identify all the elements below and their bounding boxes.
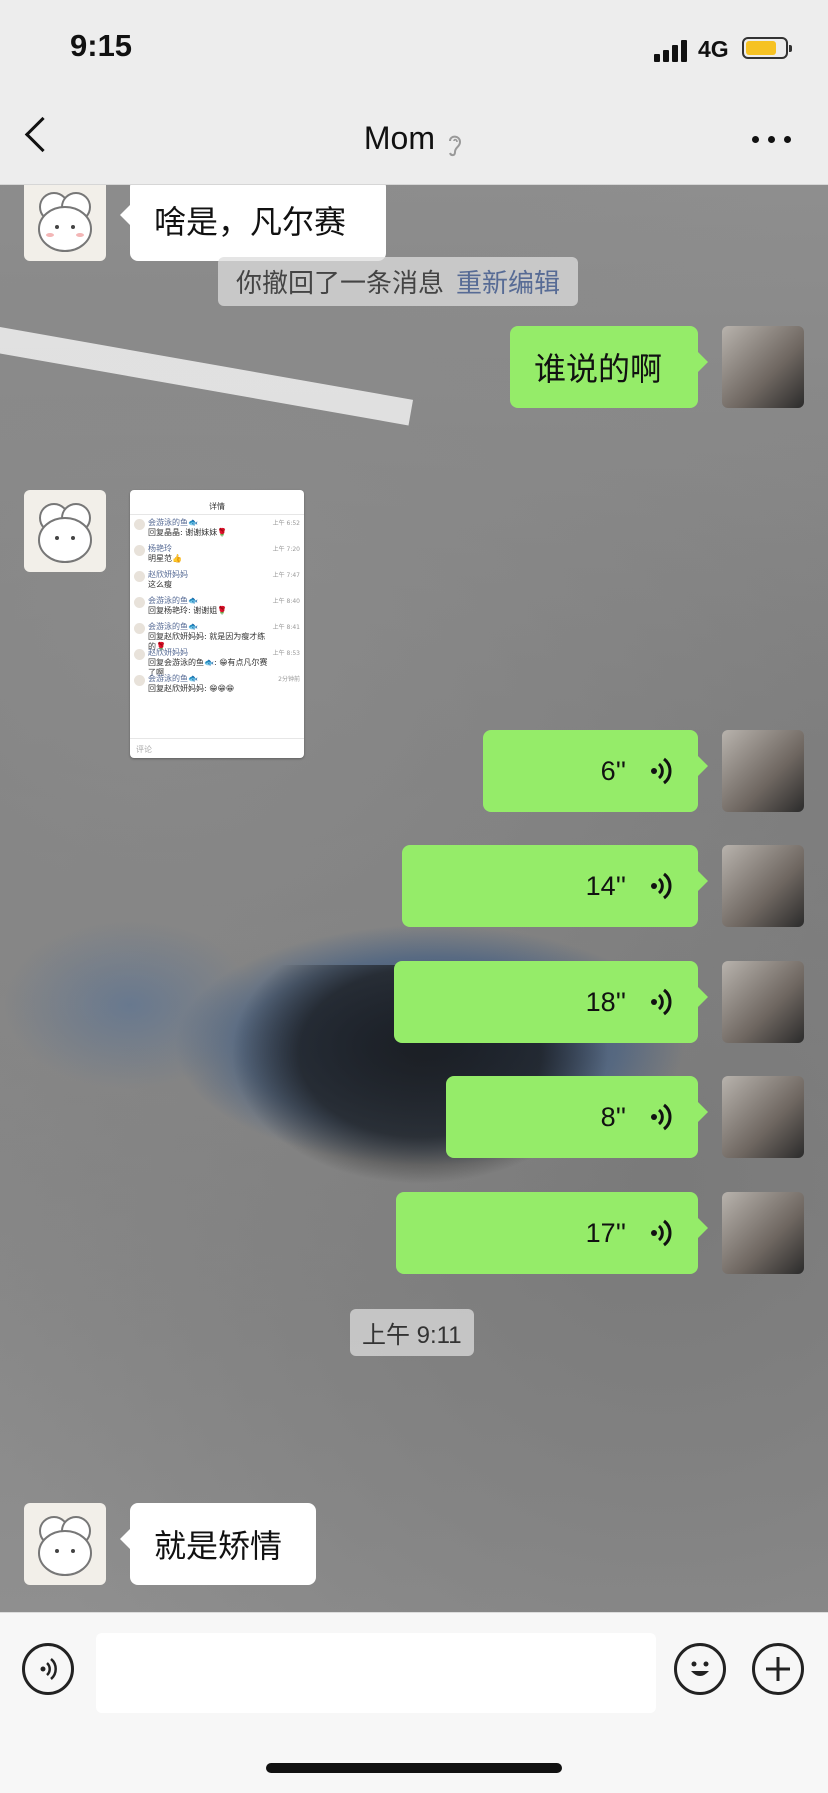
comment-time: 上午 7:20 — [272, 546, 300, 553]
contact-avatar[interactable] — [24, 185, 106, 261]
network-type: 4G — [698, 36, 729, 62]
voice-message[interactable]: 8'' — [446, 1076, 708, 1158]
message-timestamp: 上午 9:11 — [350, 1309, 474, 1356]
battery-icon — [742, 37, 792, 59]
recall-notice: 你撤回了一条消息 重新编辑 — [218, 257, 579, 306]
my-avatar[interactable] — [722, 730, 804, 812]
message-text: 啥是，凡尔赛 — [154, 203, 347, 241]
re-edit-link[interactable]: 重新编辑 — [456, 269, 560, 299]
voice-duration: 8'' — [600, 1101, 626, 1132]
contact-avatar[interactable] — [24, 490, 106, 572]
comment-text: 明星范👍 — [148, 554, 182, 563]
my-avatar[interactable] — [722, 961, 804, 1043]
screenshot-comment-row: 杨艳玲 明星范👍 上午 7:20 — [130, 541, 304, 567]
my-avatar[interactable] — [722, 1192, 804, 1274]
voice-duration: 6'' — [600, 755, 626, 786]
screenshot-comment-row: 会游泳的鱼🐟 回复赵欣妍妈妈: 就是因为瘦才练的🌹 上午 8:41 — [130, 619, 304, 651]
message-bubble-incoming[interactable]: 就是矫情 — [120, 1503, 316, 1585]
screenshot-comment-row: 会游泳的鱼🐟 回复赵欣妍妈妈: 😁😁😁 2分钟前 — [130, 671, 304, 697]
voice-message[interactable]: 17'' — [396, 1192, 708, 1274]
my-avatar[interactable] — [722, 845, 804, 927]
commenter-avatar — [134, 597, 145, 608]
voice-duration: 14'' — [585, 870, 626, 901]
screenshot-comment-row: 赵欣妍妈妈 回复会游泳的鱼🐟: 😁有点凡尔赛了啊 上午 8:53 — [130, 645, 304, 677]
voice-wave-icon — [651, 1219, 672, 1247]
commenter-avatar — [134, 649, 145, 660]
commenter-name: 赵欣妍妈妈 — [148, 570, 188, 579]
contact-avatar[interactable] — [24, 1503, 106, 1585]
message-bubble-outgoing[interactable]: 谁说的啊 — [510, 326, 708, 408]
commenter-name: 会游泳的鱼🐟 — [148, 596, 198, 605]
comment-time: 上午 8:40 — [272, 598, 300, 605]
commenter-name: 杨艳玲 — [148, 544, 172, 553]
commenter-avatar — [134, 623, 145, 634]
voice-wave-icon — [651, 1103, 672, 1131]
more-icon[interactable] — [752, 136, 792, 144]
voice-wave-icon — [651, 872, 672, 900]
comment-time: 上午 6:52 — [272, 520, 300, 527]
chat-header: Mom — [0, 96, 828, 185]
my-avatar[interactable] — [722, 326, 804, 408]
voice-icon[interactable] — [22, 1643, 74, 1695]
commenter-name: 会游泳的鱼🐟 — [148, 622, 198, 631]
home-indicator — [266, 1763, 562, 1773]
input-bar — [0, 1612, 828, 1793]
plus-icon[interactable] — [752, 1643, 804, 1695]
voice-duration: 18'' — [585, 986, 626, 1017]
voice-message[interactable]: 18'' — [394, 961, 708, 1043]
voice-wave-icon — [651, 988, 672, 1016]
comment-text: 这么瘦 — [148, 580, 172, 589]
signal-icon — [654, 38, 688, 62]
voice-duration: 17'' — [585, 1217, 626, 1248]
commenter-avatar — [134, 519, 145, 530]
voice-wave-icon — [651, 757, 672, 785]
screenshot-header: 详情 — [130, 500, 304, 515]
ear-icon — [449, 135, 462, 156]
message-text: 就是矫情 — [154, 1527, 283, 1565]
screenshot-comment-row: 会游泳的鱼🐟 回复杨艳玲: 谢谢姐🌹 上午 8:40 — [130, 593, 304, 619]
image-message[interactable]: 详情 会游泳的鱼🐟 回复晶晶: 谢谢妹妹🌹 上午 6:52 杨艳玲 明星范👍 上午 7:2… — [130, 490, 304, 758]
comment-text: 回复晶晶: 谢谢妹妹🌹 — [148, 528, 228, 537]
my-avatar[interactable] — [722, 1076, 804, 1158]
screenshot-comment-field: 评论 — [130, 738, 304, 758]
commenter-name: 赵欣妍妈妈 — [148, 648, 188, 657]
comment-text: 回复赵欣妍妈妈: 😁😁😁 — [148, 684, 235, 693]
status-bar: 9:15 4G — [0, 0, 828, 96]
voice-message[interactable]: 14'' — [402, 845, 708, 927]
chat-title[interactable]: Mom — [364, 120, 435, 156]
comment-time: 上午 8:41 — [272, 624, 300, 631]
commenter-avatar — [134, 571, 145, 582]
message-input[interactable] — [96, 1633, 656, 1713]
comment-time: 上午 8:53 — [272, 650, 300, 657]
screenshot-comment-row: 赵欣妍妈妈 这么瘦 上午 7:47 — [130, 567, 304, 593]
comment-text: 回复杨艳玲: 谢谢姐🌹 — [148, 606, 228, 615]
emoji-icon[interactable] — [674, 1643, 726, 1695]
message-bubble-incoming[interactable]: 啥是，凡尔赛 — [120, 185, 386, 261]
commenter-name: 会游泳的鱼🐟 — [148, 518, 198, 527]
background-road-marking — [0, 320, 414, 426]
message-text: 谁说的啊 — [534, 350, 663, 388]
chat-area[interactable]: 啥是，凡尔赛 你撤回了一条消息 重新编辑 谁说的啊 详情 会游泳的鱼🐟 回复晶晶: … — [0, 185, 828, 1612]
commenter-avatar — [134, 545, 145, 556]
commenter-name: 会游泳的鱼🐟 — [148, 674, 198, 683]
commenter-avatar — [134, 675, 145, 686]
screenshot-comment-row: 会游泳的鱼🐟 回复晶晶: 谢谢妹妹🌹 上午 6:52 — [130, 515, 304, 541]
recall-text: 你撤回了一条消息 — [236, 269, 445, 299]
comment-time: 上午 7:47 — [272, 572, 300, 579]
comment-time: 2分钟前 — [278, 676, 300, 683]
status-time: 9:15 — [70, 28, 133, 63]
voice-message[interactable]: 6'' — [483, 730, 708, 812]
